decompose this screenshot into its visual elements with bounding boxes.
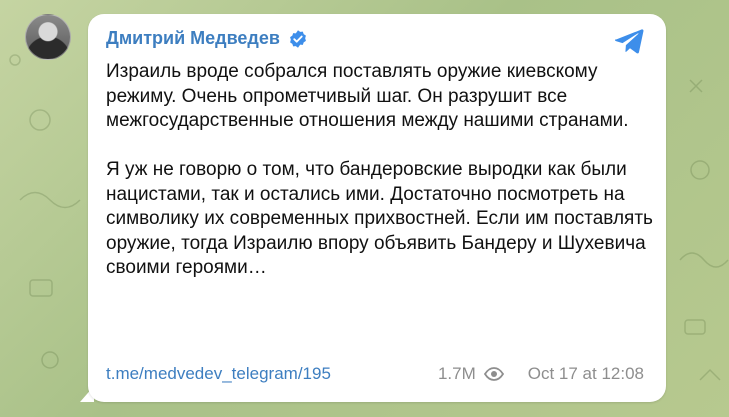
message-paragraph-2: Я уж не говорю о том, что бандеровские в… [106, 159, 653, 278]
author-name[interactable]: Дмитрий Медведев [106, 28, 280, 49]
message-bubble: Дмитрий Медведев Израиль вроде собрался … [88, 14, 666, 402]
message-text: Израиль вроде собрался поставлять оружие… [106, 60, 654, 305]
message-timestamp: Oct 17 at 12:08 [527, 364, 644, 383]
message-footer: t.me/medvedev_telegram/195 1.7M Oct 17 a… [106, 364, 644, 384]
message-paragraph-1: Израиль вроде собрался поставлять оружие… [106, 61, 629, 131]
telegram-share-icon[interactable] [614, 28, 644, 54]
message-header: Дмитрий Медведев [106, 28, 308, 49]
eye-icon [483, 367, 504, 381]
author-avatar[interactable] [25, 14, 71, 60]
verified-badge-icon [290, 29, 306, 48]
post-link[interactable]: t.me/medvedev_telegram/195 [106, 364, 331, 384]
message-meta: 1.7M Oct 17 at 12:08 [438, 364, 644, 384]
view-count: 1.7M [437, 364, 476, 383]
